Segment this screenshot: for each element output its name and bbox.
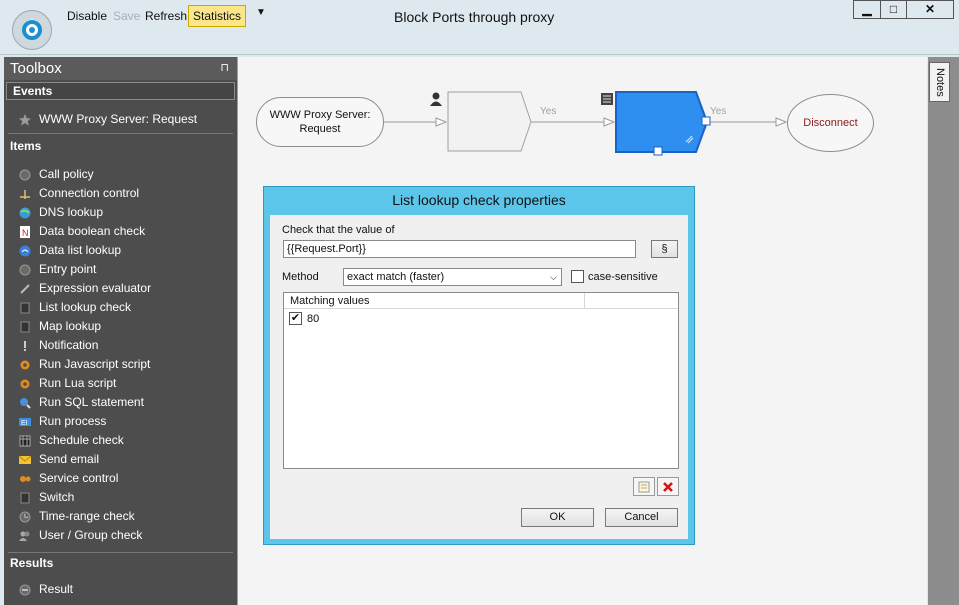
list-item-value: 80 — [307, 312, 320, 325]
method-select[interactable]: exact match (faster) ⌵ — [343, 268, 562, 286]
user-check-node[interactable] — [447, 91, 532, 152]
start-node[interactable]: WWW Proxy Server: Request — [256, 97, 384, 147]
list-icon — [601, 93, 613, 105]
notes-tab[interactable]: Notes — [929, 62, 950, 102]
cancel-button[interactable]: Cancel — [605, 508, 678, 527]
value-checkbox[interactable]: ✔ — [289, 312, 302, 325]
user-icon — [430, 92, 442, 106]
yes-label: Yes — [540, 106, 557, 117]
list-item[interactable]: ✔ 80 — [289, 311, 319, 326]
section-button[interactable]: § — [651, 240, 678, 258]
check-label: Check that the value of — [282, 224, 395, 236]
dialog-title: List lookup check properties — [392, 192, 566, 208]
method-select-value: exact match (faster) — [347, 271, 445, 283]
case-sensitive-label: case-sensitive — [588, 271, 658, 283]
disconnect-node-label: Disconnect — [803, 117, 858, 129]
ok-button[interactable]: OK — [521, 508, 594, 527]
matching-values-header[interactable]: Matching values — [290, 295, 370, 307]
chevron-down-icon: ⌵ — [550, 272, 557, 282]
edit-icon[interactable] — [633, 477, 655, 496]
disconnect-node[interactable]: Disconnect — [787, 94, 874, 152]
notes-bar — [928, 57, 959, 605]
yes-label: Yes — [710, 106, 727, 117]
list-lookup-node[interactable] — [615, 91, 709, 153]
properties-dialog: List lookup check properties Check that … — [263, 186, 695, 545]
case-sensitive-checkbox[interactable] — [571, 270, 584, 283]
method-label: Method — [282, 271, 319, 283]
dialog-body: Check that the value of {{Request.Port}}… — [270, 215, 688, 539]
start-node-label: WWW Proxy Server: Request — [269, 109, 371, 135]
value-input[interactable]: {{Request.Port}} — [283, 240, 636, 258]
matching-values-list[interactable]: Matching values ✔ 80 — [283, 292, 679, 469]
list-header: Matching values — [284, 293, 678, 309]
delete-icon[interactable] — [657, 477, 679, 496]
